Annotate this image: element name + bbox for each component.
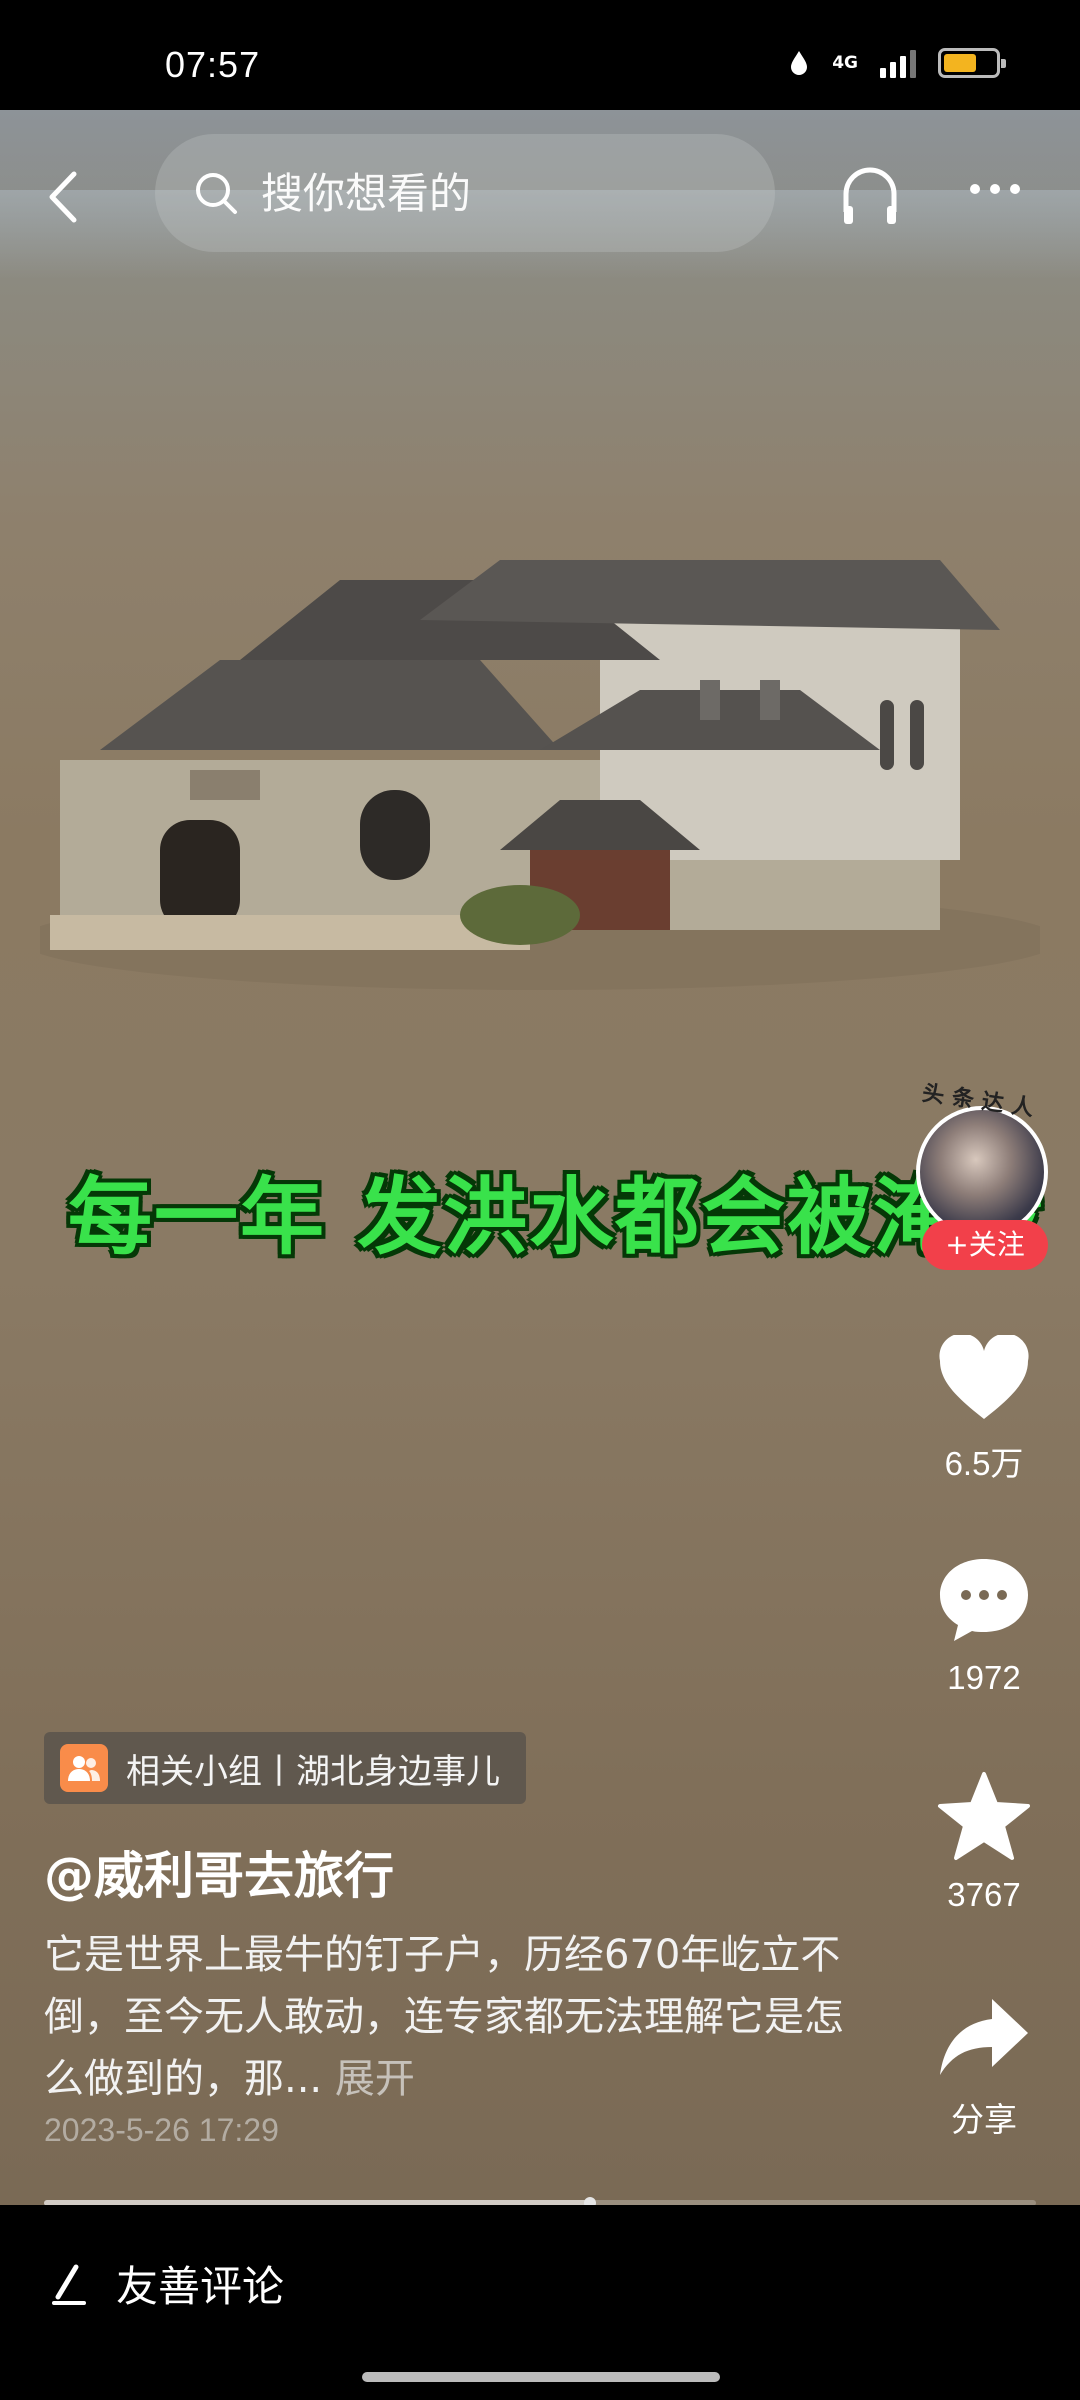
search-input[interactable] <box>261 168 681 218</box>
comment-prompt: 友善评论 <box>116 2262 285 2311</box>
top-bar <box>0 112 1080 272</box>
favorite-count: 3767 <box>947 1876 1021 1913</box>
flooded-temple-image <box>40 560 1040 990</box>
battery-icon <box>938 48 1006 78</box>
follow-button[interactable]: +关注 <box>922 1220 1048 1270</box>
more-options-button[interactable] <box>970 184 1020 194</box>
search-icon <box>196 173 237 214</box>
comment-button[interactable]: 1972 <box>914 1555 1054 1697</box>
heart-icon <box>939 1335 1029 1419</box>
comment-bar: 友善评论 <box>0 2205 1080 2400</box>
search-bar[interactable] <box>155 134 775 252</box>
share-button[interactable]: 分享 <box>914 1995 1054 2141</box>
pen-icon <box>52 2264 86 2305</box>
more-dot-icon <box>990 184 1000 194</box>
back-icon[interactable] <box>40 162 90 232</box>
status-time: 07:57 <box>165 44 261 85</box>
share-label: 分享 <box>951 2101 1017 2138</box>
favorite-button[interactable]: 3767 <box>914 1770 1054 1914</box>
write-comment-button[interactable]: 友善评论 <box>50 2253 284 2314</box>
headphones-icon[interactable] <box>840 162 900 228</box>
group-tag-label: 相关小组丨湖北身边事儿 <box>126 1751 500 1792</box>
group-icon <box>60 1744 108 1792</box>
description-text: 它是世界上最牛的钉子户，历经670年屹立不倒，至今无人敢动，连专家都无法理解它是… <box>44 1932 844 2102</box>
avatar-image <box>916 1106 1048 1238</box>
related-group-tag[interactable]: 相关小组丨湖北身边事儿 <box>44 1732 526 1804</box>
author-name[interactable]: @威利哥去旅行 <box>44 1836 394 1908</box>
home-indicator[interactable] <box>362 2372 720 2382</box>
comment-bubble-icon <box>940 1559 1028 1641</box>
like-button[interactable]: 6.5万 <box>914 1335 1054 1485</box>
post-description: 它是世界上最牛的钉子户，历经670年屹立不倒，至今无人敢动，连专家都无法理解它是… <box>44 1924 874 2110</box>
post-date: 2023-5-26 17:29 <box>44 2112 279 2148</box>
data-saver-icon <box>791 51 808 75</box>
more-dot-icon <box>970 184 980 194</box>
star-icon <box>938 1772 1030 1860</box>
more-dot-icon <box>1010 184 1020 194</box>
video-caption: 每一年 发洪水都会被淹没 <box>68 1168 1046 1266</box>
network-type: 4G <box>832 53 858 73</box>
share-arrow-icon <box>940 1999 1028 2075</box>
status-icons: 4G <box>788 48 1006 78</box>
expand-link[interactable]: 展开 <box>335 2056 415 2102</box>
signal-icon <box>880 48 916 78</box>
comment-count: 1972 <box>947 1659 1021 1696</box>
like-count: 6.5万 <box>944 1445 1024 1482</box>
status-bar: 07:57 4G <box>0 0 1080 110</box>
